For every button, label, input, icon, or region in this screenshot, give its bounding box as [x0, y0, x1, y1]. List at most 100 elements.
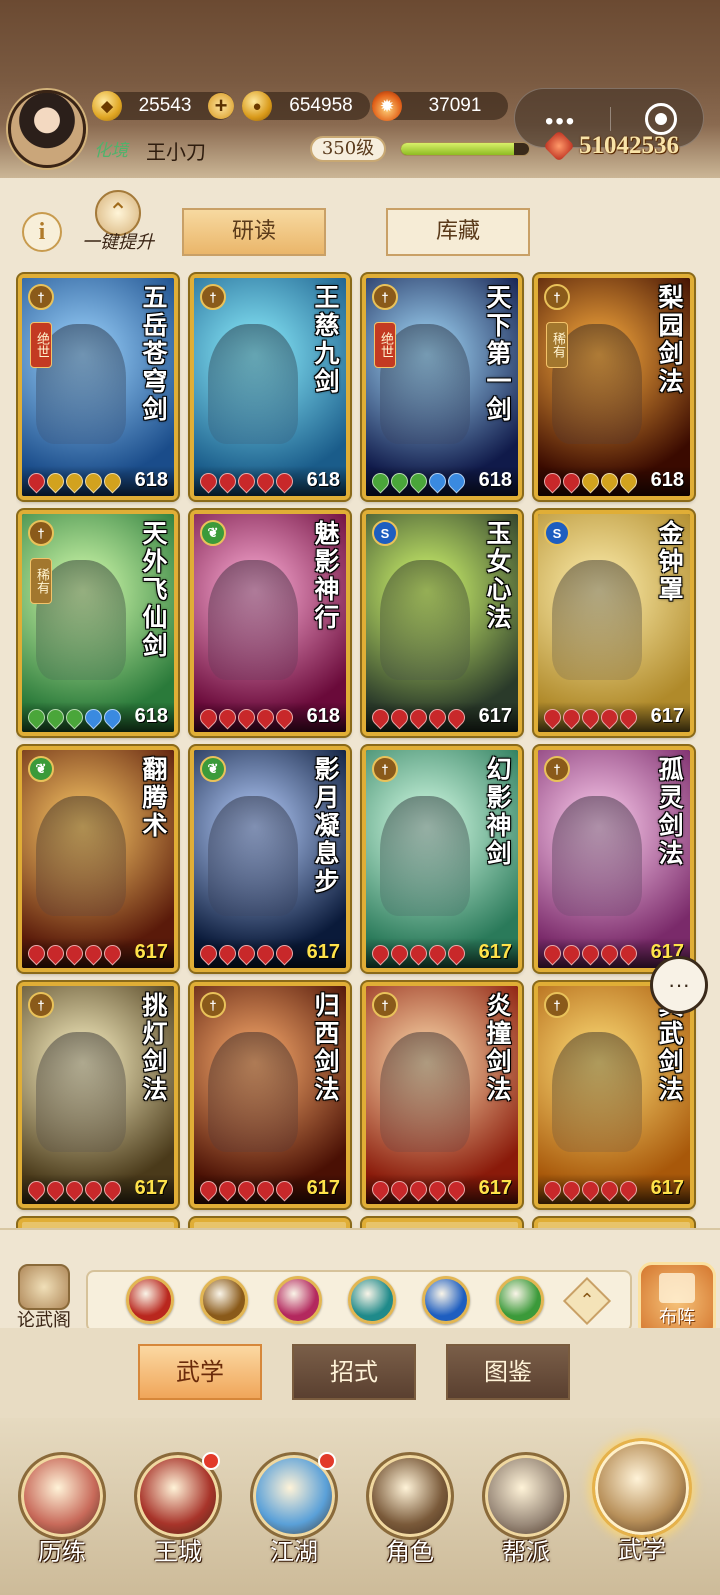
- palm-icon[interactable]: [274, 1276, 322, 1324]
- character-silhouette: [552, 1032, 642, 1152]
- skill-level: 618: [134, 469, 168, 491]
- tab-study[interactable]: 研读: [182, 208, 326, 256]
- skill-card[interactable]: † 稀有 梨园剑法 618: [534, 274, 694, 500]
- yin-yang-icon[interactable]: [422, 1276, 470, 1324]
- blue-element-icon: S: [372, 520, 398, 546]
- subtab-moves[interactable]: 招式: [292, 1344, 416, 1400]
- character-silhouette: [208, 1032, 298, 1152]
- skill-card[interactable]: † 孤灵剑法 617: [534, 746, 694, 972]
- chevron-up-icon: ⌃: [579, 1290, 595, 1311]
- star-gem-icon: [253, 704, 278, 730]
- flame-resource[interactable]: ✹ 37091: [372, 91, 508, 121]
- character-silhouette: [552, 560, 642, 680]
- skill-card[interactable]: S 金钟罩 617: [534, 510, 694, 736]
- sword-element-icon: †: [372, 756, 398, 782]
- flame-icon: ✹: [372, 91, 402, 121]
- skill-level: 618: [478, 469, 512, 491]
- sword-element-icon: †: [372, 284, 398, 310]
- green-element-icon: ❦: [200, 756, 226, 782]
- skill-card[interactable]: S 玉女心法 617: [362, 510, 522, 736]
- skill-card[interactable]: † 炎撞剑法 617: [362, 982, 522, 1208]
- star-gem-icon: [253, 940, 278, 966]
- skill-title: 炎撞剑法: [483, 992, 512, 1104]
- star-gem-icon: [368, 1176, 393, 1202]
- skill-card[interactable]: † 稀有 天外飞仙剑 618: [18, 510, 178, 736]
- nav-3[interactable]: 角色: [358, 1452, 462, 1592]
- star-gem-icon: [387, 1176, 412, 1202]
- star-gem-icon: [616, 1176, 641, 1202]
- subtab-codex[interactable]: 图鉴: [446, 1344, 570, 1400]
- skill-card[interactable]: † 王慈九剑 618: [190, 274, 350, 500]
- star-gem-icon: [387, 940, 412, 966]
- star-gem-icon: [540, 468, 565, 494]
- chat-icon[interactable]: ···: [650, 956, 708, 1014]
- star-gem-icon: [196, 1176, 221, 1202]
- star-gem-icon: [234, 1176, 259, 1202]
- sword-element-icon: †: [28, 284, 54, 310]
- star-gem-icon: [597, 940, 622, 966]
- skill-card[interactable]: † 幻影神剑 617: [362, 746, 522, 972]
- one-key-upgrade-button[interactable]: ⌃ 一键提升: [76, 190, 160, 260]
- character-silhouette: [208, 324, 298, 444]
- nav-5[interactable]: 武学: [590, 1438, 694, 1592]
- close-target-icon[interactable]: [645, 103, 677, 135]
- subtab-martial[interactable]: 武学: [138, 1344, 262, 1400]
- tab-collection[interactable]: 库藏: [386, 208, 530, 256]
- star-gem-icon: [597, 468, 622, 494]
- nav-0[interactable]: 历练: [10, 1452, 114, 1592]
- character-silhouette: [208, 796, 298, 916]
- star-gem-icon: [43, 704, 68, 730]
- nav-4[interactable]: 帮派: [474, 1452, 578, 1592]
- nav-2[interactable]: 江湖: [242, 1452, 346, 1592]
- nav-label: 历练: [38, 1538, 86, 1566]
- skill-card[interactable]: † 绝世 五岳苍穹剑 618: [18, 274, 178, 500]
- skill-card[interactable]: † 归西剑法 617: [190, 982, 350, 1208]
- star-gem-icon: [234, 468, 259, 494]
- rarity-tag: 稀有: [546, 322, 568, 368]
- coin-resource[interactable]: ● 654958: [242, 91, 370, 121]
- skill-card[interactable]: † 真武剑法 617: [534, 982, 694, 1208]
- nav-icon: [482, 1452, 570, 1540]
- skill-level: 617: [478, 705, 512, 727]
- skill-title: 挑灯剑法: [139, 992, 168, 1104]
- star-gem-icon: [100, 1176, 125, 1202]
- fan-icon[interactable]: [348, 1276, 396, 1324]
- character-silhouette: [380, 560, 470, 680]
- sword-icon[interactable]: [200, 1276, 248, 1324]
- skill-title: 孤灵剑法: [655, 756, 684, 868]
- character-silhouette: [208, 560, 298, 680]
- rarity-tag: 绝世: [30, 322, 52, 368]
- star-gem-icon: [578, 1176, 603, 1202]
- leaf-icon[interactable]: [496, 1276, 544, 1324]
- skill-card[interactable]: † 挑灯剑法 617: [18, 982, 178, 1208]
- notification-dot: [202, 1452, 220, 1470]
- coin-icon: ●: [242, 91, 272, 121]
- skill-card[interactable]: † 绝世 天下第一剑 618: [362, 274, 522, 500]
- star-gem-icon: [368, 940, 393, 966]
- skill-card[interactable]: ❦ 翻腾术 617: [18, 746, 178, 972]
- blade-icon[interactable]: [126, 1276, 174, 1324]
- star-gem-icon: [425, 940, 450, 966]
- skill-card[interactable]: ❦ 魅影神行 618: [190, 510, 350, 736]
- star-gem-icon: [406, 704, 431, 730]
- add-gold-icon[interactable]: +: [208, 93, 234, 119]
- star-gem-icon: [272, 704, 297, 730]
- player-avatar[interactable]: [8, 90, 86, 168]
- skill-title: 王慈九剑: [311, 284, 340, 396]
- skill-level: 617: [650, 705, 684, 727]
- star-gem-icon: [215, 468, 240, 494]
- gold-value: 25543: [138, 95, 192, 116]
- skill-card[interactable]: ❦ 影月凝息步 617: [190, 746, 350, 972]
- nav-icon: [366, 1452, 454, 1540]
- skill-title: 天外飞仙剑: [139, 520, 168, 660]
- info-button[interactable]: i: [22, 212, 62, 252]
- star-gem-icon: [24, 468, 49, 494]
- star-gem-icon: [578, 940, 603, 966]
- gold-resource[interactable]: ◆ 25543 +: [92, 91, 234, 121]
- formation-label: 布阵: [659, 1307, 695, 1328]
- lunwu-pavilion-button[interactable]: 论武阁: [8, 1264, 80, 1336]
- character-silhouette: [380, 1032, 470, 1152]
- nav-1[interactable]: 王城: [126, 1452, 230, 1592]
- skill-title: 翻腾术: [139, 756, 168, 840]
- star-gem-icon: [234, 704, 259, 730]
